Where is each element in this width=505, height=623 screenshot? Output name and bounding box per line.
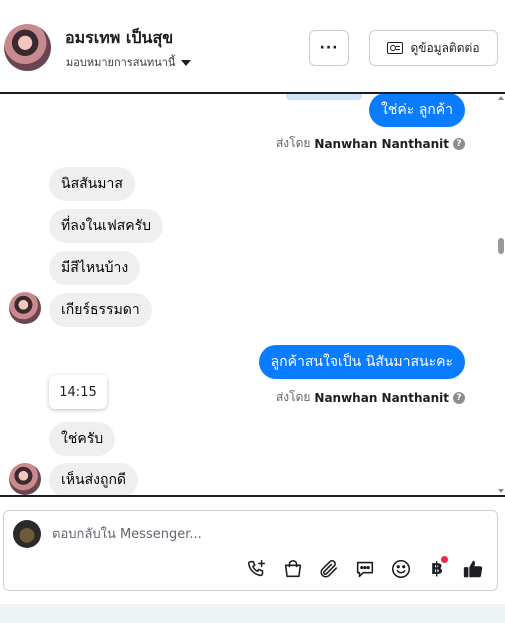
- footer-band: [0, 604, 505, 623]
- sent-by-label: ส่งโดย Nanwhan Nanthanit ?: [276, 388, 465, 407]
- timestamp-tooltip: 14:15: [49, 375, 107, 409]
- message-thread[interactable]: ใช่ค่ะ ลูกค้า ส่งโดย Nanwhan Nanthanit ?…: [0, 94, 505, 497]
- reply-composer: ฿: [3, 510, 498, 591]
- sent-by-prefix: ส่งโดย: [275, 136, 311, 150]
- assign-label: มอบหมายการสนทนานี้: [66, 56, 176, 69]
- shopping-bag-icon[interactable]: [281, 557, 305, 581]
- notification-dot: [441, 556, 448, 563]
- outgoing-message[interactable]: ใช่ค่ะ ลูกค้า: [369, 94, 465, 127]
- composer-toolbar: ฿: [245, 556, 485, 581]
- partial-message-bubble: [286, 94, 362, 100]
- reply-input[interactable]: [52, 523, 472, 545]
- baht-icon[interactable]: ฿: [425, 556, 449, 581]
- page-avatar: [13, 520, 41, 548]
- sent-by-label: ส่งโดย Nanwhan Nanthanit ?: [276, 134, 465, 153]
- contact-card-icon: [387, 42, 404, 54]
- sender-name: Nanwhan Nanthanit: [314, 136, 449, 151]
- incoming-message[interactable]: เกียร์ธรรมดา: [49, 293, 152, 327]
- incoming-message[interactable]: ที่ลงในเฟสครับ: [49, 209, 164, 243]
- contact-avatar[interactable]: [4, 24, 51, 71]
- view-contact-label: ดูข้อมูลติดต่อ: [410, 40, 480, 55]
- like-icon[interactable]: [461, 557, 485, 581]
- chevron-down-icon: [181, 59, 192, 66]
- call-add-icon[interactable]: [245, 557, 269, 581]
- help-icon[interactable]: ?: [453, 391, 465, 404]
- attachment-icon[interactable]: [317, 557, 341, 581]
- assign-conversation-dropdown[interactable]: มอบหมายการสนทนานี้: [66, 53, 192, 71]
- saved-reply-icon[interactable]: [353, 557, 377, 581]
- chat-scrollbar[interactable]: [497, 94, 505, 495]
- contact-name[interactable]: อมรเทพ เป็นสุข: [65, 26, 173, 51]
- more-options-button[interactable]: ···: [309, 30, 349, 66]
- incoming-message[interactable]: มีสีไหนบ้าง: [49, 251, 141, 285]
- sender-avatar: [9, 292, 41, 324]
- incoming-message[interactable]: นิสสันมาส: [49, 167, 135, 201]
- incoming-message[interactable]: เห็นส่งถูกดี: [49, 463, 139, 495]
- conversation-header: อมรเทพ เป็นสุข มอบหมายการสนทนานี้ ··· ดู…: [0, 0, 505, 94]
- help-icon[interactable]: ?: [453, 137, 465, 150]
- outgoing-message[interactable]: ลูกค้าสนใจเป็น นิสันมาสนะคะ: [258, 345, 465, 379]
- scroll-up-icon[interactable]: [498, 96, 504, 100]
- scroll-thumb[interactable]: [498, 238, 504, 254]
- incoming-message[interactable]: ใช่ครับ: [49, 422, 116, 456]
- view-contact-button[interactable]: ดูข้อมูลติดต่อ: [369, 30, 498, 66]
- sent-by-prefix: ส่งโดย: [275, 390, 311, 404]
- scroll-down-icon[interactable]: [498, 489, 504, 493]
- emoji-icon[interactable]: [389, 557, 413, 581]
- sender-avatar: [9, 463, 41, 495]
- sender-name: Nanwhan Nanthanit: [314, 390, 449, 405]
